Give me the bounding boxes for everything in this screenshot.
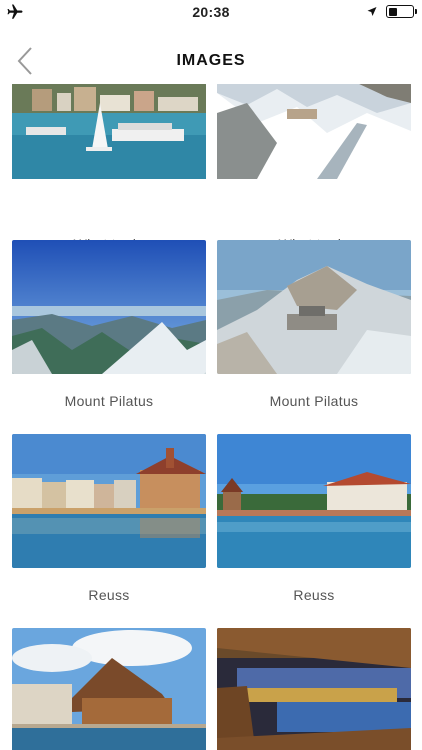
image-caption: Mount Pilatus	[64, 393, 154, 409]
image-grid[interactable]: What to do What to do	[0, 84, 422, 750]
image-card[interactable]: Reuss	[217, 434, 411, 603]
image-what-to-do-snow-ridge[interactable]	[217, 84, 411, 217]
image-card[interactable]	[217, 628, 411, 750]
image-card[interactable]: Mount Pilatus	[12, 240, 206, 409]
image-caption: Reuss	[88, 587, 130, 603]
image-mount-pilatus-panorama[interactable]	[12, 240, 206, 374]
status-bar: 20:38	[0, 0, 422, 24]
image-caption: Mount Pilatus	[269, 393, 359, 409]
image-card[interactable]: Mount Pilatus	[217, 240, 411, 409]
image-card[interactable]	[12, 628, 206, 750]
image-chapel-bridge-daytime[interactable]	[12, 628, 206, 750]
location-arrow-icon	[367, 7, 377, 16]
image-card[interactable]: What to do	[217, 84, 411, 252]
image-reuss-riverfront[interactable]	[12, 434, 206, 568]
page-title: IMAGES	[176, 52, 246, 69]
image-chapel-bridge-night[interactable]	[217, 628, 411, 750]
image-caption: Reuss	[293, 587, 335, 603]
status-time: 20:38	[192, 4, 230, 20]
nav-bar: IMAGES	[0, 24, 422, 84]
image-card[interactable]: Reuss	[12, 434, 206, 603]
image-reuss-chapel-bridge[interactable]	[217, 434, 411, 568]
image-what-to-do-lake-boats[interactable]	[12, 84, 206, 217]
image-mount-pilatus-summit[interactable]	[217, 240, 411, 374]
battery-icon	[386, 5, 417, 18]
image-card[interactable]: What to do	[12, 84, 206, 252]
